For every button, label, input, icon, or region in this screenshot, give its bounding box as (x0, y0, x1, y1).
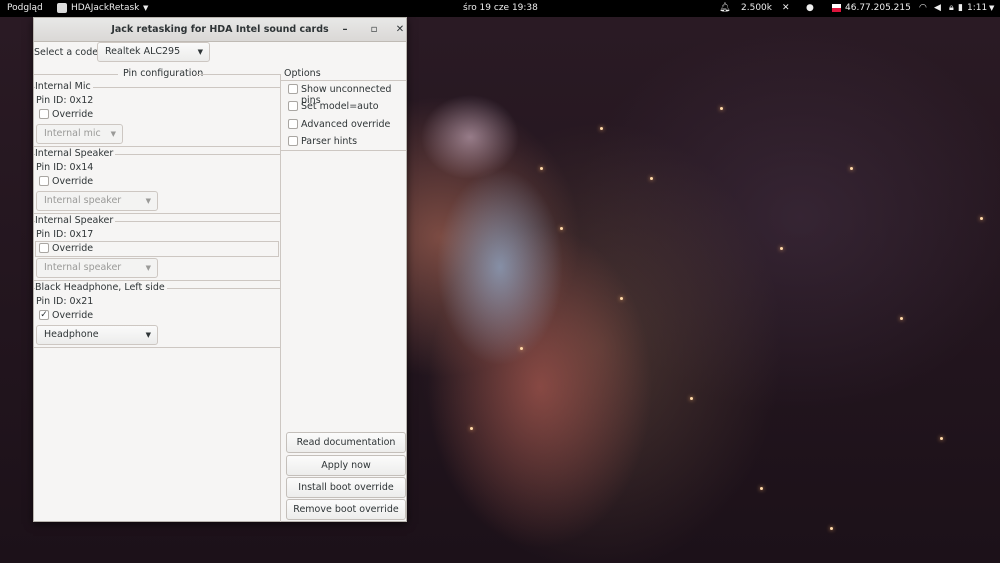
option-label[interactable]: Set model=auto (301, 101, 379, 112)
codec-select[interactable]: Realtek ALC295 ▼ (97, 42, 210, 62)
chevron-down-icon: ▼ (145, 264, 151, 272)
wallpaper-star (940, 437, 943, 440)
battery-time: 1:11 (967, 3, 988, 13)
pin-type-select[interactable]: Headphone ▼ (36, 325, 158, 345)
clock[interactable]: śro 19 cze 19:38 (463, 0, 538, 17)
top-panel: Podgląd HDAJackRetask ▼ śro 19 cze 19:38… (0, 0, 1000, 17)
option-checkbox[interactable] (288, 136, 298, 146)
tray-icon: ● (806, 3, 814, 13)
wallpaper-star (760, 487, 763, 490)
minimize-icon[interactable]: – (336, 18, 354, 41)
option-label[interactable]: Advanced override (301, 119, 390, 130)
apply-now-button[interactable]: Apply now (286, 455, 406, 476)
activities-button[interactable]: Podgląd (7, 0, 43, 17)
pin-name: Internal Speaker (35, 215, 116, 226)
chevron-down-icon: ▼ (145, 331, 151, 339)
wallpaper-star (980, 217, 983, 220)
override-label[interactable]: Override (52, 310, 93, 321)
mute-icon: ✕ (782, 3, 790, 13)
codec-value: Realtek ALC295 (105, 46, 181, 57)
bell-icon[interactable]: 🔔︎ (719, 0, 730, 17)
options-title: Options (284, 68, 321, 79)
wallpaper-star (720, 107, 723, 110)
system-menu-chevron-icon[interactable]: ▼ (989, 0, 994, 17)
pin-type-select[interactable]: Internal speaker ▼ (36, 191, 158, 211)
chevron-down-icon: ▼ (143, 4, 149, 12)
pin-type-value: Internal speaker (44, 195, 122, 206)
install-boot-override-button[interactable]: Install boot override (286, 477, 406, 498)
chevron-down-icon: ▼ (145, 197, 151, 205)
wallpaper-star (540, 167, 543, 170)
override-label[interactable]: Override (52, 176, 93, 187)
frame-line (197, 74, 280, 75)
wallpaper-star (650, 177, 653, 180)
pin-type-select[interactable]: Internal mic ▼ (36, 124, 123, 144)
override-label[interactable]: Override (52, 243, 93, 254)
pin-type-select[interactable]: Internal speaker ▼ (36, 258, 158, 278)
wallpaper-star (520, 347, 523, 350)
pin-id: Pin ID: 0x17 (36, 229, 94, 240)
window-title: Jack retasking for HDA Intel sound cards (111, 24, 329, 35)
hda-jack-retask-window: Jack retasking for HDA Intel sound cards… (33, 17, 407, 522)
flag-icon (832, 4, 841, 12)
pin-name: Black Headphone, Left side (35, 282, 167, 293)
option-checkbox[interactable] (288, 101, 298, 111)
chevron-down-icon: ▼ (197, 48, 203, 56)
remove-boot-override-button[interactable]: Remove boot override (286, 499, 406, 520)
codec-label: Select a codec: (34, 47, 107, 58)
battery-icon: ▮ (958, 3, 963, 13)
frame-line (34, 74, 118, 75)
wallpaper-star (780, 247, 783, 250)
wallpaper-star (620, 297, 623, 300)
pin-name: Internal Speaker (35, 148, 116, 159)
app-menu[interactable]: HDAJackRetask (71, 0, 139, 17)
wallpaper-star (900, 317, 903, 320)
read-documentation-button[interactable]: Read documentation (286, 432, 406, 453)
ip-address: 46.77.205.215 (845, 3, 911, 13)
network-speed: 2.500k (741, 3, 772, 13)
volume-icon: ◀ (934, 3, 941, 13)
wallpaper-star (600, 127, 603, 130)
pin-id: Pin ID: 0x14 (36, 162, 94, 173)
option-label[interactable]: Parser hints (301, 136, 357, 147)
chevron-down-icon: ▼ (110, 130, 116, 138)
close-icon[interactable]: ✕ (391, 18, 409, 41)
maximize-icon[interactable]: ▫ (365, 18, 383, 41)
pin-config-title: Pin configuration (121, 68, 206, 79)
wallpaper-star (850, 167, 853, 170)
pin-name: Internal Mic (35, 81, 93, 92)
pin-id: Pin ID: 0x21 (36, 296, 94, 307)
override-checkbox-checked[interactable]: ✓ (39, 310, 49, 320)
lock-icon: 🔒︎ (949, 3, 954, 13)
pin-type-value: Headphone (44, 329, 99, 340)
app-icon (57, 3, 67, 13)
window-titlebar[interactable]: Jack retasking for HDA Intel sound cards… (34, 18, 406, 42)
override-checkbox[interactable] (39, 109, 49, 119)
wifi-icon: ◠ (919, 3, 927, 13)
pin-type-value: Internal speaker (44, 262, 122, 273)
wallpaper-star (830, 527, 833, 530)
option-checkbox[interactable] (288, 84, 298, 94)
override-label[interactable]: Override (52, 109, 93, 120)
wallpaper-star (470, 427, 473, 430)
pin-id: Pin ID: 0x12 (36, 95, 94, 106)
option-checkbox[interactable] (288, 119, 298, 129)
override-checkbox[interactable] (39, 243, 49, 253)
override-checkbox[interactable] (39, 176, 49, 186)
pin-type-value: Internal mic (44, 128, 101, 139)
wallpaper-star (560, 227, 563, 230)
wallpaper-star (690, 397, 693, 400)
